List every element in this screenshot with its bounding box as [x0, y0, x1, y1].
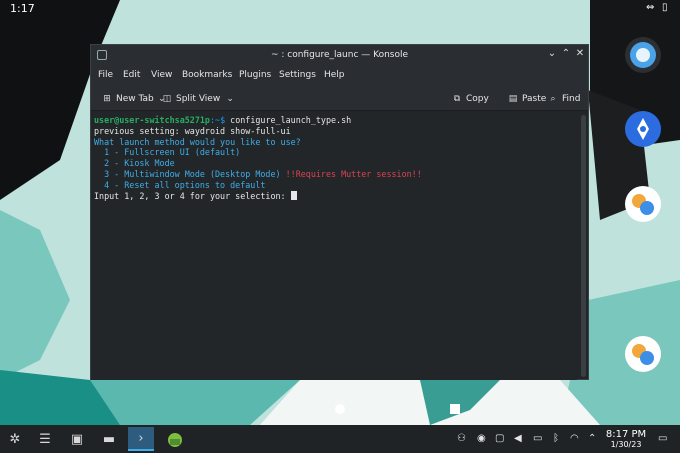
- waydroid-icon[interactable]: [162, 427, 188, 451]
- display-icon[interactable]: ▭: [533, 433, 542, 444]
- copy-icon: ⧉: [453, 94, 461, 104]
- menu-view[interactable]: View: [151, 70, 172, 80]
- close-icon[interactable]: ✕: [574, 48, 586, 60]
- status-bar: 1:17 ⇔ ▯: [0, 0, 680, 18]
- android-icon: [168, 433, 182, 447]
- option-4-line: 4 - Reset all options to default: [94, 179, 266, 190]
- maximize-icon[interactable]: ⌃: [560, 48, 572, 60]
- window-title: ~ : configure_launc — Konsole: [270, 50, 409, 60]
- find-button[interactable]: ⌕ Find: [547, 92, 580, 106]
- new-tab-icon: ⊞: [103, 94, 111, 104]
- paste-button[interactable]: ▤ Paste: [507, 92, 547, 106]
- app-shortcut-3[interactable]: [625, 186, 661, 222]
- menu-file[interactable]: File: [98, 70, 113, 80]
- new-tab-label: New Tab: [116, 94, 154, 104]
- option-3-text: 3 - Multiwindow Mode (Desktop Mode): [94, 168, 286, 179]
- question-line: What launch method would you like to use…: [94, 136, 301, 147]
- home-nav-button[interactable]: [335, 404, 345, 414]
- chat-bubbles-icon: [632, 194, 654, 215]
- find-label: Find: [562, 94, 581, 104]
- bluetooth-icon[interactable]: ᛒ: [553, 433, 559, 444]
- menu-bookmarks[interactable]: Bookmarks: [182, 70, 232, 80]
- konsole-window: ~ : configure_launc — Konsole ⌄ ⌃ ✕ File…: [90, 44, 589, 380]
- terminal-output[interactable]: user@user-switchsa5271p:~$ configure_lau…: [91, 112, 577, 380]
- title-bar[interactable]: ~ : configure_launc — Konsole ⌄ ⌃ ✕: [91, 45, 588, 65]
- previous-setting-line: previous setting: waydroid show-full-ui: [94, 125, 291, 136]
- paste-icon: ▤: [508, 94, 518, 104]
- wifi-icon[interactable]: ◠: [570, 433, 579, 444]
- toolbar: ⊞ New Tab ⌄ ◫ Split View ⌄ ⧉ Copy ▤ Paste ⌕ Fin…: [91, 85, 588, 111]
- option-3-line: 3 - Multiwindow Mode (Desktop Mode) !!Re…: [94, 169, 574, 180]
- copy-button[interactable]: ⧉ Copy: [451, 92, 489, 106]
- recents-nav-button[interactable]: [450, 404, 460, 414]
- option-1-line: 1 - Fullscreen UI (default): [94, 147, 241, 158]
- chevron-down-icon: ⌄: [226, 94, 234, 104]
- tray-expand-icon[interactable]: ⌃: [588, 433, 596, 444]
- copy-label: Copy: [466, 94, 489, 104]
- app-shortcut-2[interactable]: [625, 111, 661, 147]
- menu-settings[interactable]: Settings: [279, 70, 316, 80]
- battery-icon: ▯: [662, 2, 668, 13]
- split-view-label: Split View: [176, 94, 221, 104]
- split-view-button[interactable]: ◫ Split View ⌄: [161, 92, 236, 106]
- settings-icon[interactable]: ☰: [32, 427, 58, 451]
- clock[interactable]: 8:17 PM 1/30/23: [600, 429, 652, 450]
- swap-icon: ⇔: [646, 2, 655, 13]
- app-launcher-icon[interactable]: ✲: [2, 427, 28, 451]
- circle-app-icon: [630, 42, 656, 68]
- option-3-warning: !!Requires Mutter session!!: [285, 168, 422, 179]
- split-view-icon: ◫: [162, 94, 172, 104]
- option-2-line: 2 - Kiosk Mode: [94, 158, 175, 169]
- volume-icon[interactable]: ◀: [514, 433, 522, 444]
- app-shortcut-1[interactable]: [625, 37, 661, 73]
- terminal-scrollbar[interactable]: [581, 115, 586, 377]
- file-manager-icon[interactable]: ▬: [96, 427, 122, 451]
- new-tab-button[interactable]: ⊞ New Tab ⌄: [101, 92, 168, 106]
- command-text: configure_launch_type.sh: [225, 115, 352, 125]
- menu-help[interactable]: Help: [324, 70, 345, 80]
- prompt-user: user@user-switchsa5271p: [94, 115, 210, 125]
- app-shortcut-4[interactable]: [625, 336, 661, 372]
- input-prompt-line: Input 1, 2, 3 or 4 for your selection:: [94, 190, 574, 202]
- input-prompt-text: Input 1, 2, 3 or 4 for your selection:: [94, 190, 291, 201]
- clock-time: 8:17 PM: [605, 429, 647, 440]
- paste-label: Paste: [522, 94, 547, 104]
- menu-plugins[interactable]: Plugins: [239, 70, 271, 80]
- text-cursor: [290, 190, 297, 200]
- taskbar: ✲ ☰ ▣ ▬ › ⚇ ◉ ▢ ◀ ▭ ᛒ ◠ ⌃ 8:17 PM 1/30/2…: [0, 425, 680, 453]
- clipboard-icon[interactable]: ▢: [495, 433, 504, 444]
- search-icon: ⌕: [550, 94, 556, 104]
- show-desktop-icon[interactable]: ▭: [658, 433, 667, 444]
- store-icon[interactable]: ▣: [64, 427, 90, 451]
- steam-icon[interactable]: ◉: [477, 433, 486, 444]
- network-icon[interactable]: ⚇: [457, 433, 466, 444]
- clock-date: 1/30/23: [610, 440, 642, 449]
- menu-edit[interactable]: Edit: [123, 70, 140, 80]
- compass-icon: [637, 118, 649, 140]
- minimize-icon[interactable]: ⌄: [546, 48, 558, 60]
- prompt-line: user@user-switchsa5271p:~$ configure_lau…: [94, 115, 574, 126]
- chat-bubbles-icon: [632, 344, 654, 365]
- konsole-icon[interactable]: ›: [128, 427, 154, 451]
- prompt-path: :~$: [209, 115, 226, 125]
- menu-bar: File Edit View Bookmarks Plugins Setting…: [91, 65, 588, 85]
- status-time: 1:17: [10, 2, 35, 15]
